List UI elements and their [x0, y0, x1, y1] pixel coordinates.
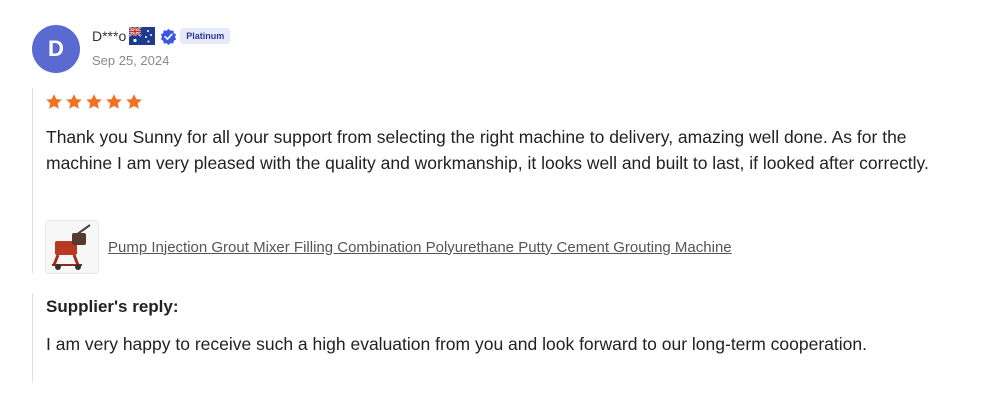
- avatar: D: [32, 25, 80, 73]
- star-icon: [46, 94, 62, 109]
- product-thumbnail-icon[interactable]: [45, 220, 99, 274]
- australia-flag-icon: [129, 27, 156, 45]
- review-text: Thank you Sunny for all your support fro…: [46, 127, 929, 173]
- review-date: Sep 25, 2024: [92, 53, 170, 68]
- supplier-reply-text: I am very happy to receive such a high e…: [46, 334, 867, 354]
- star-icon: [86, 94, 102, 109]
- platinum-badge: Platinum: [180, 28, 231, 44]
- supplier-reply-title: Supplier's reply:: [46, 297, 179, 316]
- verified-badge-icon: [161, 28, 177, 45]
- product-link[interactable]: Pump Injection Grout Mixer Filling Combi…: [108, 239, 732, 256]
- star-icon: [126, 94, 142, 109]
- star-icon: [66, 94, 82, 109]
- product-reference: Pump Injection Grout Mixer Filling Combi…: [45, 220, 732, 274]
- supplier-reply: Supplier's reply: I am very happy to rec…: [32, 293, 963, 383]
- star-rating: [45, 93, 143, 111]
- reviewer-name: D***o: [92, 28, 127, 44]
- star-icon: [106, 94, 122, 109]
- reviewer-header: D***o Platinum: [92, 27, 231, 45]
- review-body: Thank you Sunny for all your support fro…: [32, 88, 963, 274]
